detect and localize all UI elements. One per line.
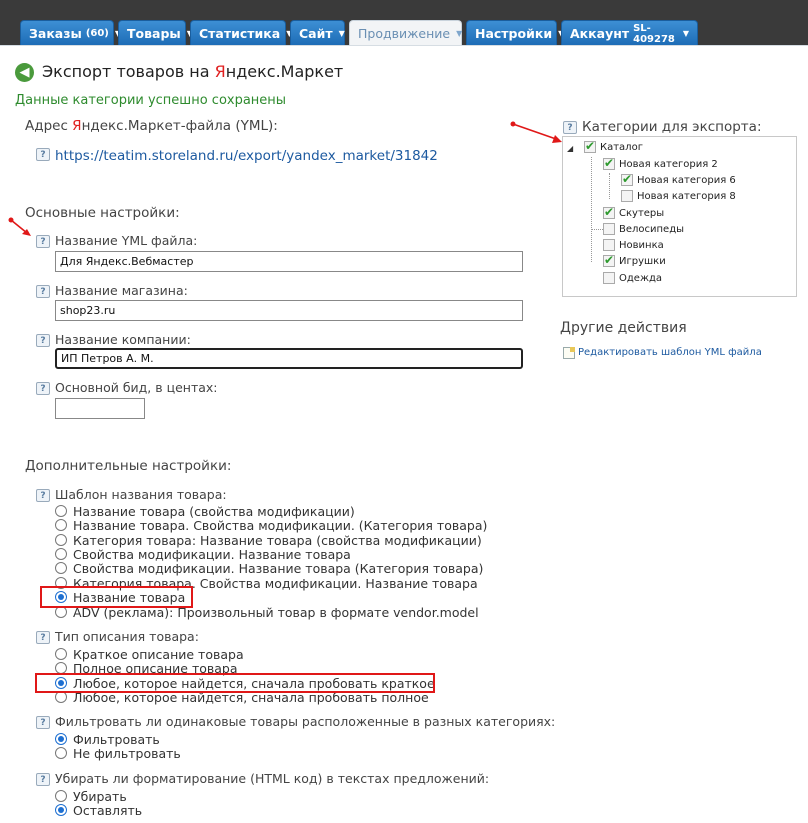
annotation-arrows	[8, 121, 562, 236]
annotation-arrow-right	[510, 121, 562, 143]
annotation-arrow-left	[8, 217, 31, 236]
